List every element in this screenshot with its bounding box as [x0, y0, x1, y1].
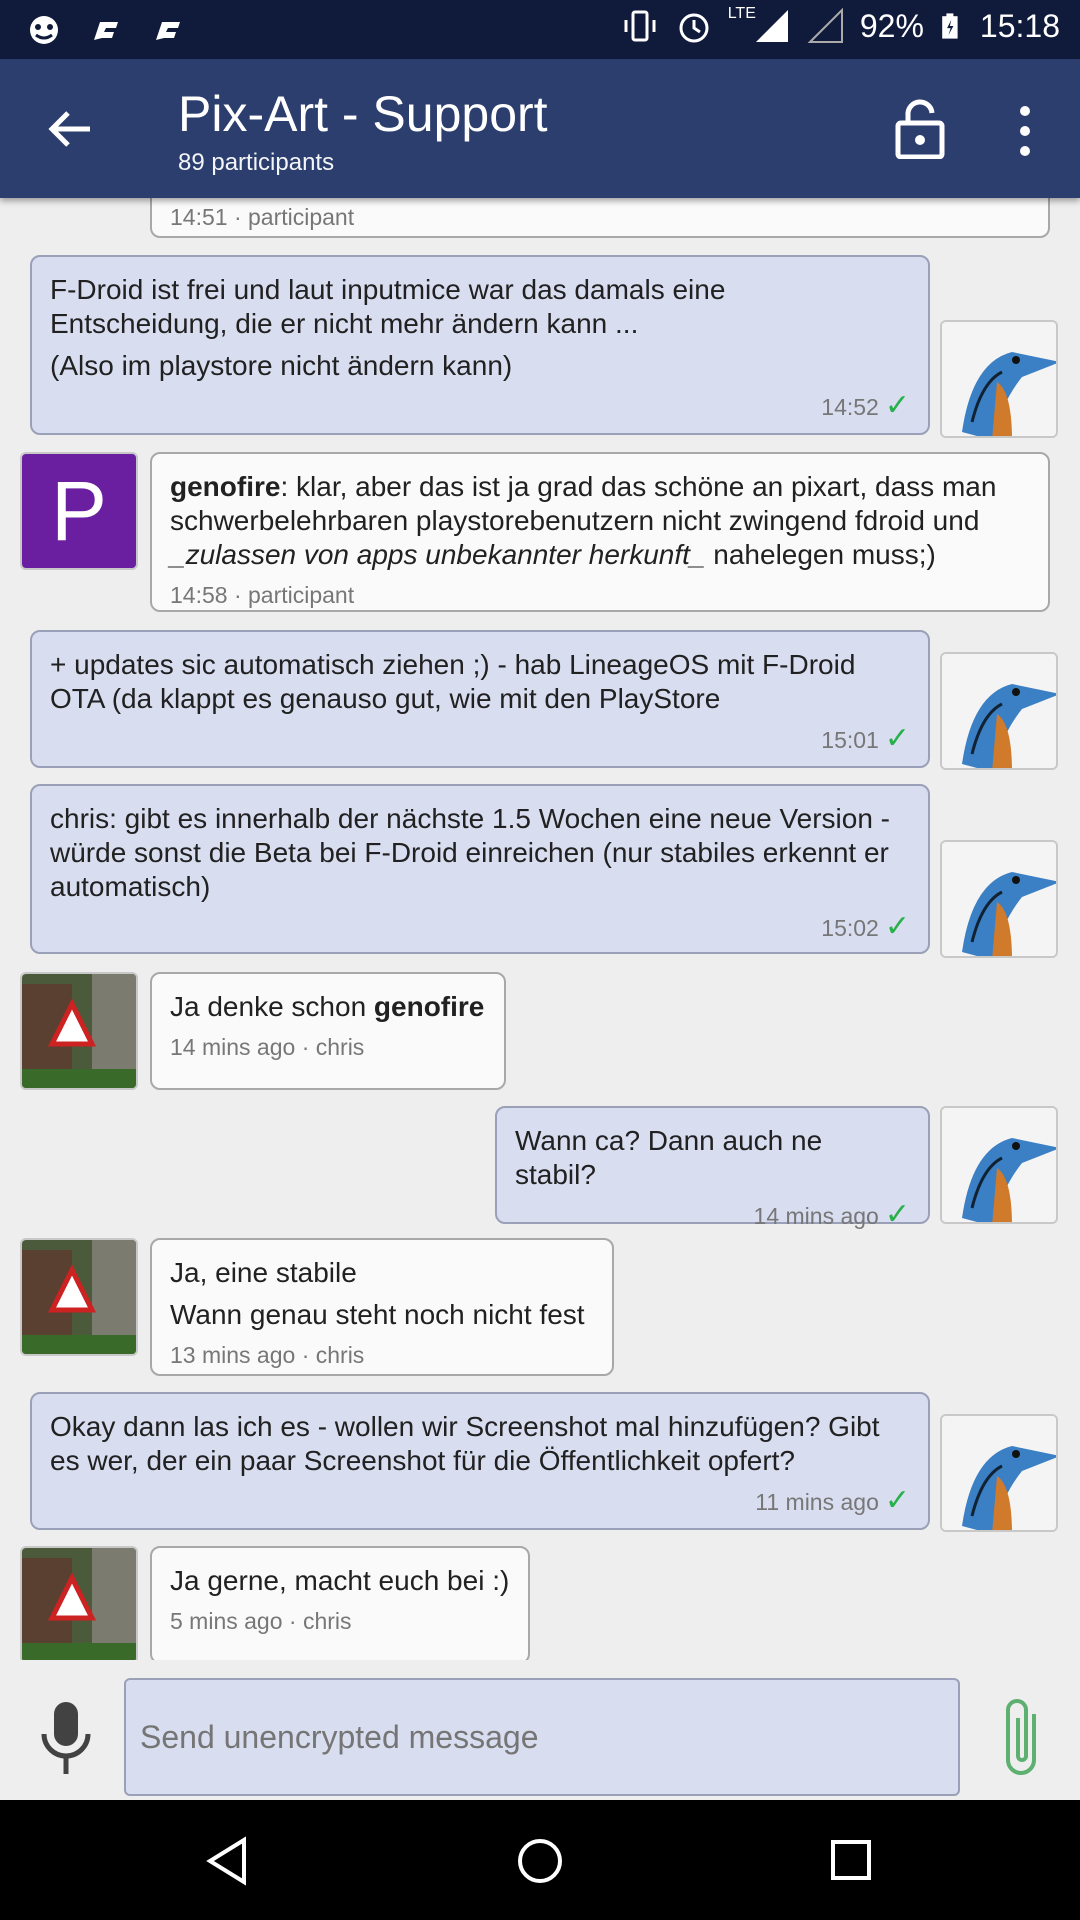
message-text: Ja denke schon genofire: [170, 991, 485, 1022]
signal-empty-icon: [807, 7, 843, 43]
fdroid-notification-icon-2: [156, 22, 180, 40]
signal-icon: [755, 10, 788, 42]
nav-recents-icon[interactable]: [825, 1834, 879, 1888]
message-text: Ja gerne, macht euch bei :): [170, 1565, 510, 1596]
warning-sign-avatar-image: [22, 1240, 136, 1354]
message-meta: 13 mins ago · chris: [170, 1342, 365, 1368]
own-avatar[interactable]: [940, 1414, 1058, 1532]
kingfisher-avatar-image: [942, 322, 1056, 436]
message-text: (Also im playstore nicht ändern kann): [50, 350, 513, 381]
more-options-icon[interactable]: [1010, 101, 1040, 161]
system-navigation-bar: [0, 1800, 1080, 1920]
message-text: F-Droid ist frei und laut inputmice war …: [50, 274, 726, 339]
message-meta: 11 mins ago ✓: [755, 1484, 910, 1517]
app-bar: Pix-Art - Support 89 participants: [0, 59, 1080, 198]
message-composer: [0, 1660, 1080, 1800]
message-text: chris: gibt es innerhalb der nächste 1.5…: [50, 803, 890, 902]
message-bubble-incoming[interactable]: Ja gerne, macht euch bei :) 5 mins ago ·…: [150, 1546, 530, 1664]
vibrate-icon: [624, 10, 656, 42]
message-text: Ja, eine stabile: [170, 1257, 357, 1288]
chris-avatar[interactable]: [20, 972, 138, 1090]
message-bubble-incoming[interactable]: Ja, eine stabile Wann genau steht noch n…: [150, 1238, 614, 1376]
microphone-icon[interactable]: [38, 1698, 94, 1778]
message-input[interactable]: [124, 1678, 960, 1796]
own-avatar[interactable]: [940, 1106, 1058, 1224]
kingfisher-avatar-image: [942, 1416, 1056, 1530]
attachment-paperclip-icon[interactable]: [996, 1694, 1046, 1784]
message-meta: 14:52 ✓: [821, 389, 910, 422]
message-text: Wann genau steht noch nicht fest: [170, 1299, 585, 1330]
message-text: + updates sic automatisch ziehen ;) - ha…: [50, 649, 856, 714]
status-bar: LTE 92% 15:18: [0, 0, 1080, 59]
participants-count: 89 participants: [178, 149, 335, 176]
kingfisher-avatar-image: [942, 1108, 1056, 1222]
message-bubble-incoming[interactable]: 14:51 · participant: [150, 198, 1050, 238]
message-meta: 14 mins ago · chris: [170, 1034, 365, 1060]
message-text: genofire: klar, aber das ist ja grad das…: [170, 471, 997, 570]
warning-sign-avatar-image: [22, 974, 136, 1088]
kingfisher-avatar-image: [942, 842, 1056, 956]
delivered-check-icon: ✓: [884, 722, 910, 755]
own-avatar[interactable]: [940, 320, 1058, 438]
message-bubble-incoming[interactable]: Ja denke schon genofire 14 mins ago · ch…: [150, 972, 506, 1090]
mention-genofire: genofire: [373, 991, 485, 1022]
message-text: Wann ca? Dann auch ne stabil?: [515, 1125, 823, 1190]
network-type: LTE: [727, 5, 756, 22]
message-bubble-outgoing[interactable]: + updates sic automatisch ziehen ;) - ha…: [30, 630, 930, 768]
message-list[interactable]: 14:51 · participant F-Droid ist frei und…: [0, 198, 1080, 1678]
warning-sign-avatar-image: [22, 1548, 136, 1662]
delivered-check-icon: ✓: [884, 389, 910, 422]
message-meta: 15:01 ✓: [821, 722, 910, 755]
message-bubble-outgoing[interactable]: Wann ca? Dann auch ne stabil? 14 mins ag…: [495, 1106, 930, 1231]
message-meta: 14:58 · participant: [170, 582, 355, 608]
delivered-check-icon: ✓: [884, 1198, 910, 1231]
message-bubble-outgoing[interactable]: Okay dann las ich es - wollen wir Screen…: [30, 1392, 930, 1530]
unlocked-lock-icon[interactable]: [894, 99, 948, 159]
alarm-icon: [679, 13, 709, 43]
message-meta: 5 mins ago · chris: [170, 1608, 352, 1634]
fdroid-notification-icon: [94, 22, 118, 40]
message-bubble-incoming[interactable]: genofire: klar, aber das ist ja grad das…: [150, 452, 1050, 612]
back-arrow-icon[interactable]: [40, 99, 100, 159]
message-meta: 14:51 · participant: [170, 204, 355, 230]
message-text: Okay dann las ich es - wollen wir Screen…: [50, 1411, 880, 1476]
nav-back-icon[interactable]: [200, 1834, 254, 1888]
message-bubble-outgoing[interactable]: F-Droid ist frei und laut inputmice war …: [30, 255, 930, 435]
own-avatar[interactable]: [940, 840, 1058, 958]
nav-home-icon[interactable]: [513, 1834, 567, 1888]
delivered-check-icon: ✓: [884, 910, 910, 943]
notification-app-icon: [30, 16, 58, 44]
own-avatar[interactable]: [940, 652, 1058, 770]
battery-percent: 92%: [859, 7, 924, 44]
mention-sender: genofire: [170, 471, 281, 502]
message-meta: 15:02 ✓: [821, 910, 910, 943]
clock: 15:18: [979, 7, 1060, 44]
conversation-title[interactable]: Pix-Art - Support: [178, 85, 548, 143]
avatar-letter-p[interactable]: P: [20, 452, 138, 570]
delivered-check-icon: ✓: [884, 1484, 910, 1517]
kingfisher-avatar-image: [942, 654, 1056, 768]
chris-avatar[interactable]: [20, 1546, 138, 1664]
battery-charging-icon: [942, 13, 958, 39]
message-bubble-outgoing[interactable]: chris: gibt es innerhalb der nächste 1.5…: [30, 784, 930, 954]
message-meta: 14 mins ago ✓: [753, 1198, 910, 1231]
chris-avatar[interactable]: [20, 1238, 138, 1356]
